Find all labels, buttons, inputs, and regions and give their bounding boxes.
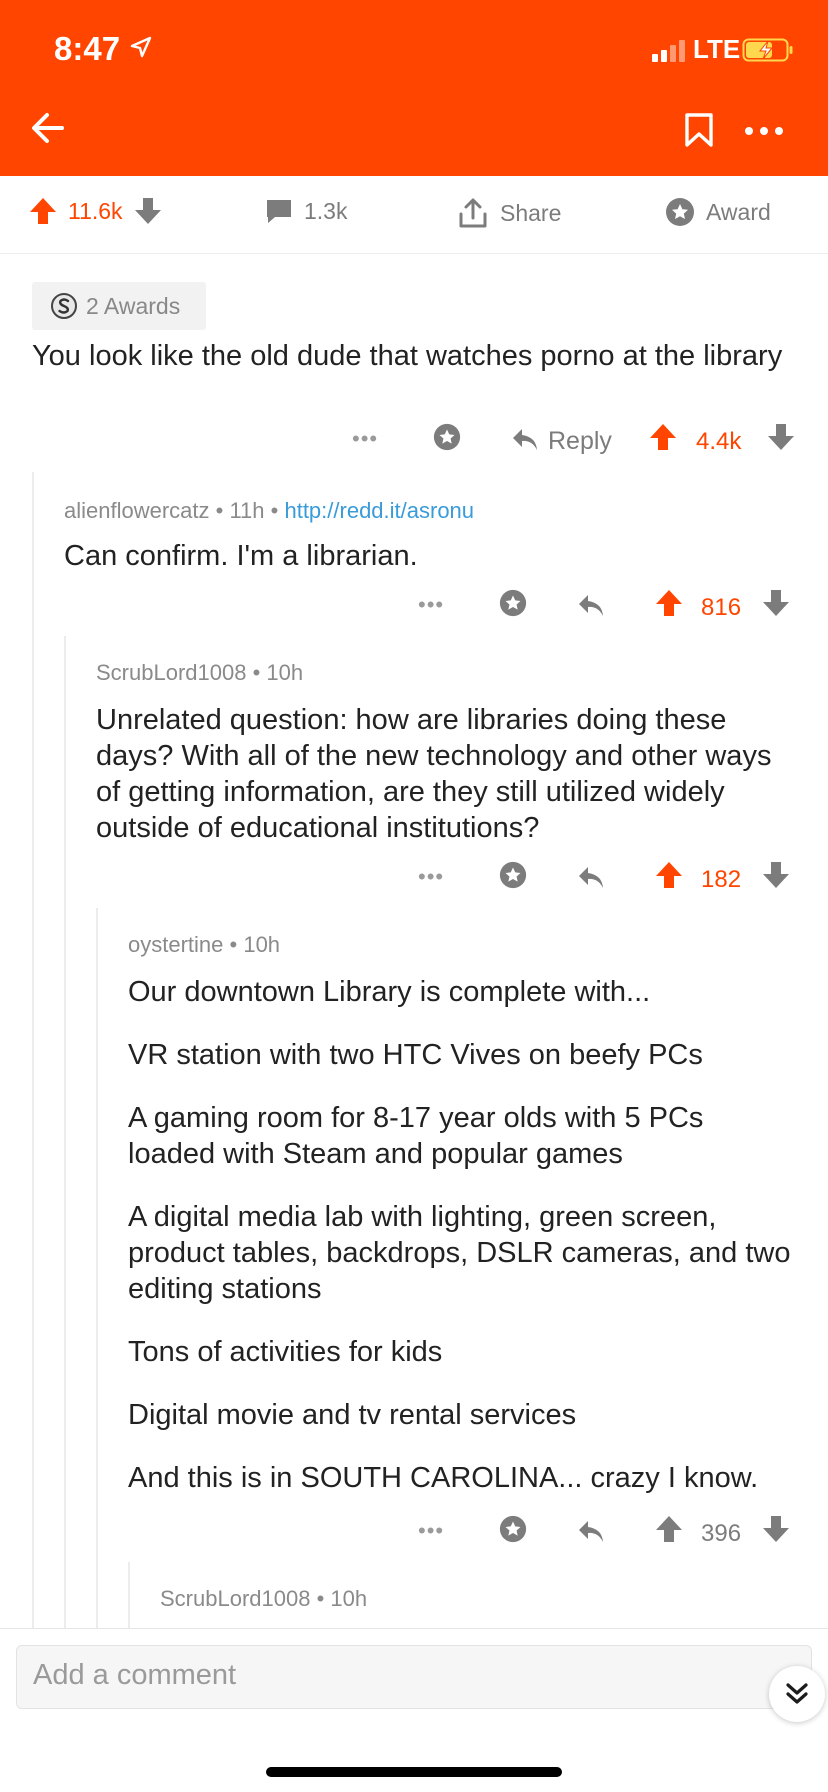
comment-paragraph: A digital media lab with lighting, green… [128,1201,791,1305]
comment-paragraph: Tons of activities for kids [128,1336,443,1368]
comment-box[interactable] [16,1645,825,1722]
thread-line-1[interactable] [32,472,34,1628]
battery-charging-icon [742,38,793,62]
comment-body: You look like the old dude that watches … [32,340,783,372]
more-options-icon[interactable] [744,126,784,136]
comment-paragraph: Unrelated question: how are libraries do… [96,704,772,844]
comment-author[interactable]: alienflowercatz [64,498,210,523]
comment-score: 182 [701,866,742,893]
awards-label: 2 Awards [86,292,181,319]
comment-paragraph: A gaming room for 8-17 year olds with 5 … [128,1102,704,1170]
status-time: 8:47 [54,30,121,67]
downvote-arrow-icon[interactable] [761,860,791,890]
comment-body: Can confirm. I'm a librarian. [64,538,794,574]
comment-paragraph: And this is in SOUTH CAROLINA... crazy I… [128,1462,759,1494]
thread-line-3[interactable] [96,908,98,1628]
collapse-threads-button[interactable] [769,1666,825,1722]
comment-more-icon[interactable]: ••• [418,864,444,890]
share-label: Share [500,199,562,226]
reply-arrow-icon[interactable] [510,426,540,454]
comment-score: 396 [701,1520,742,1547]
upvote-arrow-icon[interactable] [654,1514,684,1544]
location-arrow-icon [130,36,152,58]
reply-arrow-icon[interactable] [576,592,606,620]
comment-actions: ••• 182 [418,860,798,900]
bookmark-icon[interactable] [684,112,714,148]
home-indicator[interactable] [266,1767,562,1777]
award-label: Award [706,198,771,225]
upvote-arrow-icon[interactable] [654,588,684,618]
comment-age: 10h [266,660,304,685]
comment-actions: ••• 816 [418,588,798,628]
comment-author[interactable]: ScrubLord1008 [160,1586,310,1611]
share-button[interactable]: Share [456,196,561,230]
comment-meta: ScrubLord1008 • 10h [160,1586,368,1611]
comment-actions: ••• Reply 4.4k [352,422,802,462]
comment-age: 10h [330,1586,368,1611]
network-type: LTE [693,34,741,64]
comment-paragraph: Can confirm. I'm a librarian. [64,540,418,572]
cellular-signal-icon [652,40,685,62]
post-score: 11.6k [68,197,123,224]
comment-body: Unrelated question: how are libraries do… [96,702,796,846]
reply-arrow-icon[interactable] [576,1518,606,1546]
downvote-arrow-icon[interactable] [133,196,163,226]
comment-meta: oystertine • 10h [128,932,281,957]
comment-count: 1.3k [304,197,348,224]
comment-score: 816 [701,594,742,621]
comment-more-icon[interactable]: ••• [418,1518,444,1544]
comment-author[interactable]: ScrubLord1008 [96,660,246,685]
comment-age: 11h [229,498,265,523]
comment-score: 4.4k [696,428,742,455]
comments-button[interactable]: 1.3k [264,196,347,226]
comment-composer-bar [0,1628,828,1792]
award-icon [666,198,694,226]
downvote-arrow-icon[interactable] [761,588,791,618]
post-action-bar: 11.6k 1.3k Share Award [0,176,828,254]
comment-actions: ••• 396 [418,1514,798,1554]
award-icon[interactable] [498,1514,528,1544]
comment-bubble-icon [267,200,291,223]
double-chevron-down-icon [786,1683,808,1704]
post-vote-group: 11.6k [28,196,163,226]
award-icon[interactable] [498,860,528,890]
downvote-arrow-icon[interactable] [766,422,796,452]
comment-body: Our downtown Library is complete with...… [128,974,798,1496]
share-icon [459,198,487,228]
add-comment-input[interactable] [33,1659,733,1692]
award-icon[interactable] [432,422,462,452]
awards-badge[interactable]: 2 Awards [32,282,206,330]
reply-button[interactable]: Reply [548,427,612,456]
back-arrow-icon[interactable] [30,110,66,146]
upvote-arrow-icon[interactable] [648,422,678,452]
award-button[interactable]: Award [664,196,771,228]
comment-age: 10h [243,932,281,957]
comment-link[interactable]: http://redd.it/asronu [284,498,474,523]
comment-paragraph: VR station with two HTC Vives on beefy P… [128,1039,703,1071]
thread-line-2[interactable] [64,636,66,1628]
silver-award-icon [51,293,77,319]
comment-paragraph: Our downtown Library is complete with... [128,976,651,1008]
cropped-comment-header: · · · · · [32,248,152,256]
thread-line-4[interactable] [128,1562,130,1628]
comment-paragraph: Digital movie and tv rental services [128,1399,577,1431]
comment-more-icon[interactable]: ••• [418,592,444,618]
comment-more-icon[interactable]: ••• [352,426,378,452]
reply-arrow-icon[interactable] [576,864,606,892]
comment-meta: ScrubLord1008 • 10h [96,660,304,685]
comment-author[interactable]: oystertine [128,932,223,957]
upvote-arrow-icon[interactable] [28,196,58,226]
downvote-arrow-icon[interactable] [761,1514,791,1544]
comment-meta: alienflowercatz • 11h • http://redd.it/a… [64,498,475,523]
award-icon[interactable] [498,588,528,618]
upvote-arrow-icon[interactable] [654,860,684,890]
app-header: 8:47 LTE [0,0,828,176]
